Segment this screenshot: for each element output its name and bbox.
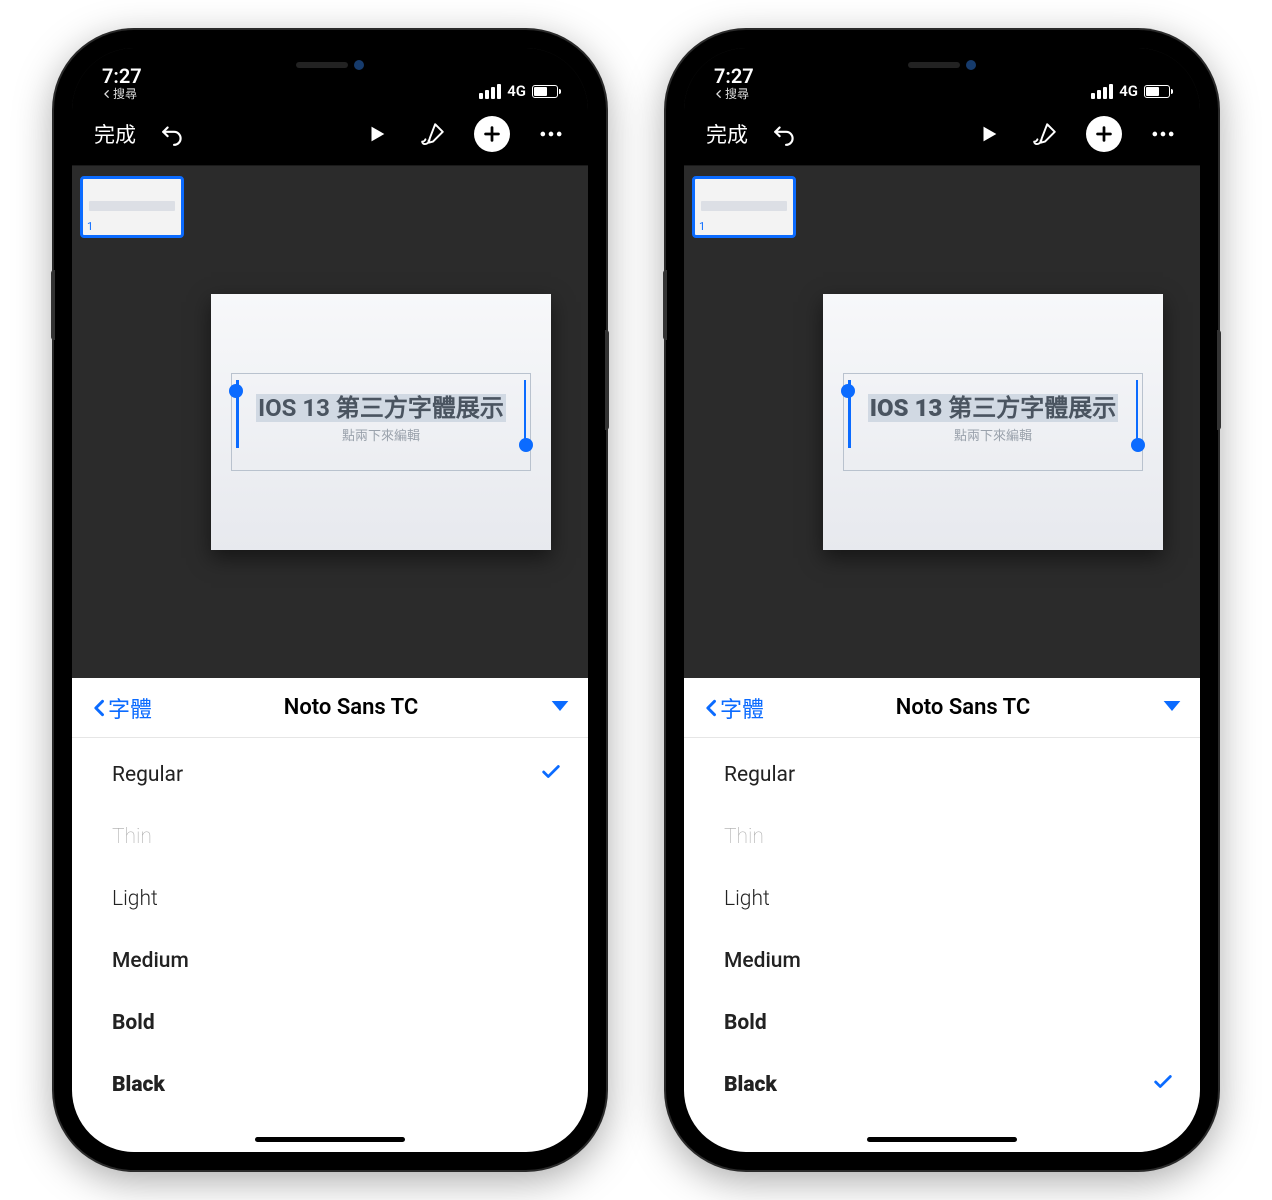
weight-option-thin[interactable]: Thin [72,806,588,868]
screen: 7:27 搜尋 4G 完成 1 [72,48,588,1152]
back-to-app[interactable]: 搜尋 [102,88,137,100]
undo-icon[interactable] [770,119,800,149]
title-text-box[interactable]: IOS 13 第三方字體展示 點兩下來編輯 [231,373,531,471]
status-time: 7:27 [102,66,142,86]
check-icon [540,761,562,789]
screen: 7:27 搜尋 4G 完成 1 [684,48,1200,1152]
selection-handle-end[interactable] [1131,438,1145,452]
weight-label: Black [112,1073,165,1097]
slide-thumbnail[interactable]: 1 [692,176,796,238]
selection-handle-start[interactable] [841,384,855,398]
network-label: 4G [507,82,526,100]
play-icon[interactable] [362,119,392,149]
weight-label: Bold [724,1011,767,1035]
weight-option-bold[interactable]: Bold [684,992,1200,1054]
weight-label: Thin [112,825,152,849]
weight-label: Light [724,887,770,911]
slide-editor: 1 IOS 13 第三方字體展示 點兩下來編輯 [72,166,588,678]
done-button[interactable]: 完成 [706,119,748,149]
weight-label: Medium [112,949,189,973]
battery-icon [1144,85,1170,98]
add-button[interactable] [474,116,510,152]
undo-icon[interactable] [158,119,188,149]
picker-font-name: Noto Sans TC [284,695,418,720]
weight-label: Medium [724,949,801,973]
selection-handle-end[interactable] [519,438,533,452]
picker-back-label: 字體 [108,692,152,724]
picker-back-button[interactable]: 字體 [90,692,152,724]
notch [837,48,1047,82]
selection-handle-start[interactable] [229,384,243,398]
slide-subtitle-placeholder[interactable]: 點兩下來編輯 [852,425,1134,444]
back-to-app[interactable]: 搜尋 [714,88,749,100]
font-weight-picker: 字體 Noto Sans TC Regular Thin Light Medium Bo… [72,678,588,1152]
slide-canvas[interactable]: IOS 13 第三方字體展示 點兩下來編輯 [211,294,551,550]
weight-option-regular[interactable]: Regular [72,744,588,806]
weight-label: Light [112,887,158,911]
weight-option-black[interactable]: Black [684,1054,1200,1116]
picker-back-label: 字體 [720,692,764,724]
device-frame: 7:27 搜尋 4G 完成 1 [666,30,1218,1170]
check-icon [1152,1071,1174,1099]
picker-back-button[interactable]: 字體 [702,692,764,724]
weight-option-bold[interactable]: Bold [72,992,588,1054]
signal-icon [1091,84,1113,99]
app-toolbar: 完成 [72,102,588,166]
weight-option-medium[interactable]: Medium [72,930,588,992]
device-frame: 7:27 搜尋 4G 完成 1 [54,30,606,1170]
slide-title-text[interactable]: IOS 13 第三方字體展示 [256,394,506,422]
collapse-picker-icon[interactable] [1162,698,1182,717]
done-button[interactable]: 完成 [94,119,136,149]
slide-number: 1 [699,220,705,233]
network-label: 4G [1119,82,1138,100]
weight-option-regular[interactable]: Regular [684,744,1200,806]
slide-thumbnail[interactable]: 1 [80,176,184,238]
home-indicator[interactable] [255,1137,405,1142]
picker-font-name: Noto Sans TC [896,695,1030,720]
slide-number: 1 [87,220,93,233]
font-weight-picker: 字體 Noto Sans TC Regular Thin Light Medium Bo… [684,678,1200,1152]
weight-label: Thin [724,825,764,849]
app-toolbar: 完成 [684,102,1200,166]
slide-thumbnail-strip: 1 [72,166,192,678]
weight-option-black[interactable]: Black [72,1054,588,1116]
home-indicator[interactable] [867,1137,1017,1142]
more-icon[interactable] [1148,119,1178,149]
weight-option-thin[interactable]: Thin [684,806,1200,868]
notch [225,48,435,82]
format-brush-icon[interactable] [1030,119,1060,149]
title-text-box[interactable]: IOS 13 第三方字體展示 點兩下來編輯 [843,373,1143,471]
weight-label: Black [724,1073,777,1097]
status-time: 7:27 [714,66,754,86]
slide-thumbnail-strip: 1 [684,166,804,678]
weight-option-medium[interactable]: Medium [684,930,1200,992]
slide-editor: 1 IOS 13 第三方字體展示 點兩下來編輯 [684,166,1200,678]
slide-canvas[interactable]: IOS 13 第三方字體展示 點兩下來編輯 [823,294,1163,550]
slide-subtitle-placeholder[interactable]: 點兩下來編輯 [240,425,522,444]
play-icon[interactable] [974,119,1004,149]
weight-option-light[interactable]: Light [72,868,588,930]
slide-title-text[interactable]: IOS 13 第三方字體展示 [868,394,1119,422]
collapse-picker-icon[interactable] [550,698,570,717]
weight-option-light[interactable]: Light [684,868,1200,930]
battery-icon [532,85,558,98]
weight-label: Regular [112,763,183,787]
format-brush-icon[interactable] [418,119,448,149]
weight-label: Bold [112,1011,155,1035]
add-button[interactable] [1086,116,1122,152]
signal-icon [479,84,501,99]
more-icon[interactable] [536,119,566,149]
weight-label: Regular [724,763,795,787]
